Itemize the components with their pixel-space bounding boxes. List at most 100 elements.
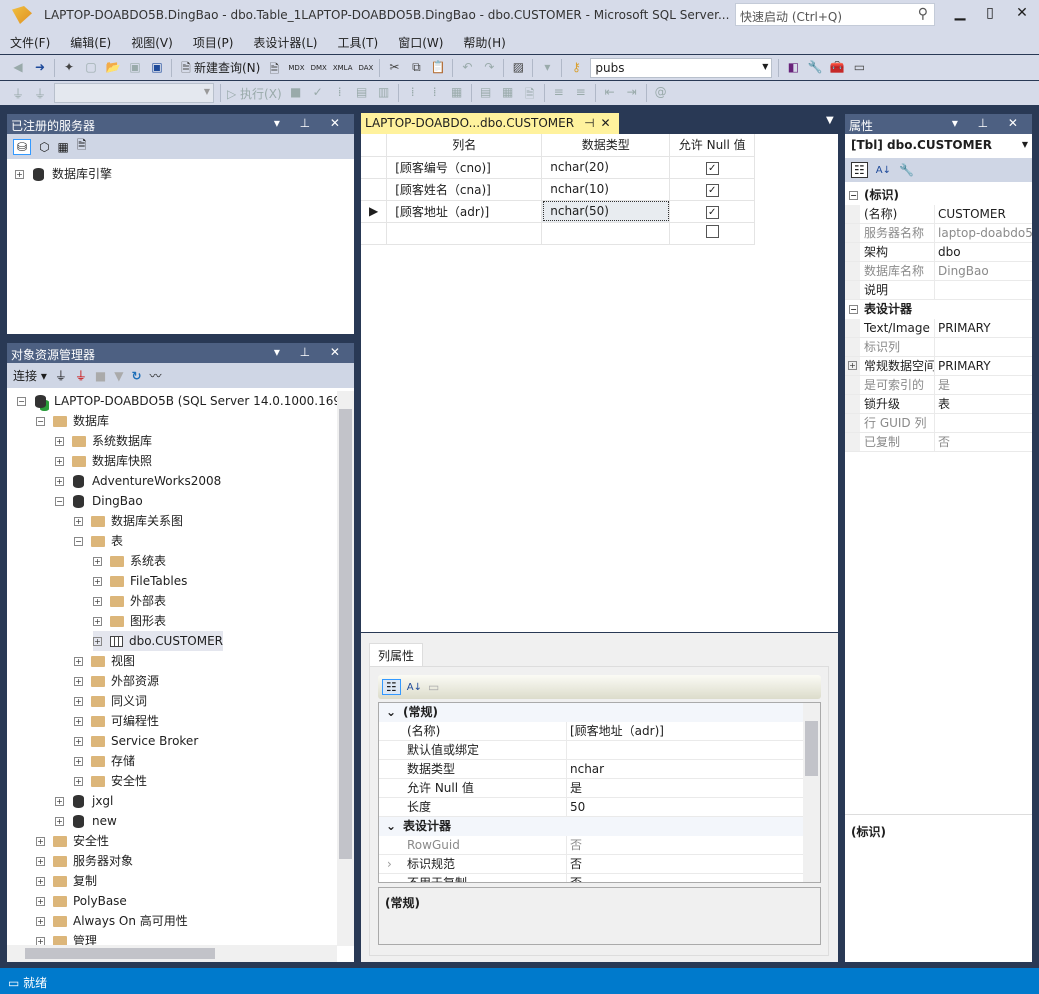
refresh-icon[interactable]: ↻: [131, 369, 141, 383]
specify-values-icon[interactable]: @: [653, 85, 669, 101]
expand-icon[interactable]: +: [74, 517, 83, 526]
property-row[interactable]: 锁升级表: [845, 395, 1032, 414]
collapse-icon[interactable]: ⌄: [379, 703, 403, 722]
visual-studio-icon[interactable]: ◧: [785, 60, 801, 76]
expand-icon[interactable]: +: [36, 897, 45, 906]
property-row[interactable]: Text/Image PRIMARY: [845, 319, 1032, 338]
property-row[interactable]: 长度 50: [379, 798, 804, 817]
activity-monitor-icon[interactable]: 〰: [150, 367, 162, 384]
property-value[interactable]: DingBao: [935, 262, 1032, 280]
property-row[interactable]: 默认值或绑定: [379, 741, 804, 760]
horizontal-scrollbar[interactable]: [7, 945, 337, 962]
tree-item[interactable]: + 数据库快照: [55, 451, 152, 471]
property-value[interactable]: [567, 741, 804, 759]
connect-button[interactable]: 连接 ▾: [13, 367, 47, 384]
expand-icon[interactable]: +: [74, 697, 83, 706]
property-pages-icon[interactable]: ▭: [428, 680, 439, 694]
allow-null-checkbox[interactable]: ✓: [705, 205, 719, 219]
quick-launch-input[interactable]: 快速启动 (Ctrl+Q) ⚲: [735, 3, 935, 26]
expand-icon[interactable]: +: [93, 577, 102, 586]
save-all-icon[interactable]: ▣: [149, 60, 165, 76]
results-to-grid-icon[interactable]: ▦: [500, 85, 516, 101]
expand-icon[interactable]: +: [55, 817, 64, 826]
forward-icon[interactable]: ➜: [32, 60, 48, 76]
property-value[interactable]: [935, 414, 1032, 432]
tree-item[interactable]: + Service Broker: [74, 731, 198, 751]
expand-icon[interactable]: +: [93, 557, 102, 566]
results-grid-icon[interactable]: ▥: [376, 85, 392, 101]
column-name-cell[interactable]: [386, 222, 543, 245]
analysis-services-icon[interactable]: ⬡: [39, 140, 49, 154]
collapse-icon[interactable]: −: [36, 417, 45, 426]
tab-overflow-icon[interactable]: ▼: [826, 115, 834, 126]
property-row[interactable]: 已复制否: [845, 433, 1032, 452]
back-icon[interactable]: ◀: [10, 60, 26, 76]
property-row[interactable]: 标识列: [845, 338, 1032, 357]
estimated-plan-icon[interactable]: ⁞: [332, 85, 348, 101]
available-databases-select[interactable]: pubs ▼: [590, 57, 773, 78]
tree-item[interactable]: + PolyBase: [36, 891, 127, 911]
allow-null-checkbox[interactable]: ✓: [705, 183, 719, 197]
tree-item[interactable]: + 外部资源: [74, 671, 159, 691]
property-pages-icon[interactable]: 🔧: [899, 163, 914, 177]
database-select-disabled[interactable]: ▼: [54, 83, 214, 103]
categorized-icon[interactable]: ☷: [382, 679, 401, 695]
live-stats-icon[interactable]: ⁞: [427, 85, 443, 101]
data-type-cell[interactable]: nchar(20): [541, 156, 671, 179]
disconnect-icon[interactable]: ⏚: [75, 367, 87, 384]
menu-item[interactable]: 文件(F): [10, 30, 50, 55]
scrollbar-thumb[interactable]: [25, 948, 215, 959]
property-category[interactable]: − 表设计器: [845, 300, 1032, 319]
row-selector[interactable]: [361, 222, 388, 245]
table-row[interactable]: [顾客编号（cno)] nchar(20) ✓: [361, 156, 756, 179]
expand-icon[interactable]: +: [36, 877, 45, 886]
expand-icon[interactable]: +: [36, 917, 45, 926]
expand-icon[interactable]: +: [74, 677, 83, 686]
menu-item[interactable]: 编辑(E): [70, 30, 111, 55]
property-category[interactable]: ⌄ (常规): [379, 703, 804, 722]
alphabetical-icon[interactable]: A↓: [876, 165, 891, 176]
reporting-services-icon[interactable]: ▦: [58, 140, 69, 154]
column-name-cell[interactable]: [顾客编号（cno)]: [386, 156, 543, 179]
open-file-icon[interactable]: 📂: [105, 60, 121, 76]
expand-icon[interactable]: +: [55, 797, 64, 806]
actual-plan-icon[interactable]: ⁞: [405, 85, 421, 101]
panel-controls[interactable]: ▾ ⊥ ✕: [952, 116, 1026, 130]
property-row[interactable]: › 标识规范否: [379, 855, 804, 874]
integration-services-icon[interactable]: 🗎: [77, 136, 87, 157]
connect-plug-icon[interactable]: ⏚: [55, 367, 67, 384]
dropdown-icon[interactable]: ▾: [539, 60, 555, 76]
property-row[interactable]: 说明: [845, 281, 1032, 300]
panel-controls[interactable]: ▾ ⊥ ✕: [274, 116, 348, 130]
data-type-cell[interactable]: [541, 222, 671, 245]
collapse-icon[interactable]: −: [74, 537, 83, 546]
menu-item[interactable]: 视图(V): [131, 30, 173, 55]
tree-item[interactable]: + 系统数据库: [55, 431, 152, 451]
property-value[interactable]: dbo: [935, 243, 1032, 261]
panel-controls[interactable]: ▾ ⊥ ✕: [274, 345, 348, 359]
property-value[interactable]: 否: [935, 433, 1032, 451]
property-value[interactable]: [顾客地址（adr)]: [567, 722, 804, 740]
tree-item[interactable]: + 安全性: [74, 771, 147, 791]
close-tab-icon[interactable]: ✕: [601, 116, 611, 130]
cut-icon[interactable]: ✂: [386, 60, 402, 76]
tree-item[interactable]: + dbo.CUSTOMER: [93, 631, 224, 651]
tree-item[interactable]: + 复制: [36, 871, 97, 891]
property-row[interactable]: (名称) CUSTOMER: [845, 205, 1032, 224]
expand-icon[interactable]: +: [848, 361, 857, 370]
allow-null-checkbox[interactable]: [705, 225, 719, 238]
property-value[interactable]: PRIMARY: [935, 357, 1032, 375]
db-engine-query-icon[interactable]: 🗎: [266, 60, 282, 76]
tree-item-database-engine[interactable]: + 数据库引擎: [15, 164, 112, 184]
expand-icon[interactable]: +: [74, 757, 83, 766]
stop-icon[interactable]: ■: [288, 85, 304, 101]
toolbox-icon[interactable]: 🧰: [829, 60, 845, 76]
categorized-icon[interactable]: ☷: [851, 162, 868, 178]
tree-item[interactable]: + 同义词: [74, 691, 147, 711]
comment-icon[interactable]: ≡: [551, 85, 567, 101]
tab-column-properties[interactable]: 列属性: [369, 643, 424, 667]
column-name-cell[interactable]: [顾客姓名（cna)]: [386, 178, 543, 201]
property-value[interactable]: [935, 281, 1032, 299]
property-row[interactable]: 行 GUID 列: [845, 414, 1032, 433]
tree-item[interactable]: + jxgl: [55, 791, 113, 811]
